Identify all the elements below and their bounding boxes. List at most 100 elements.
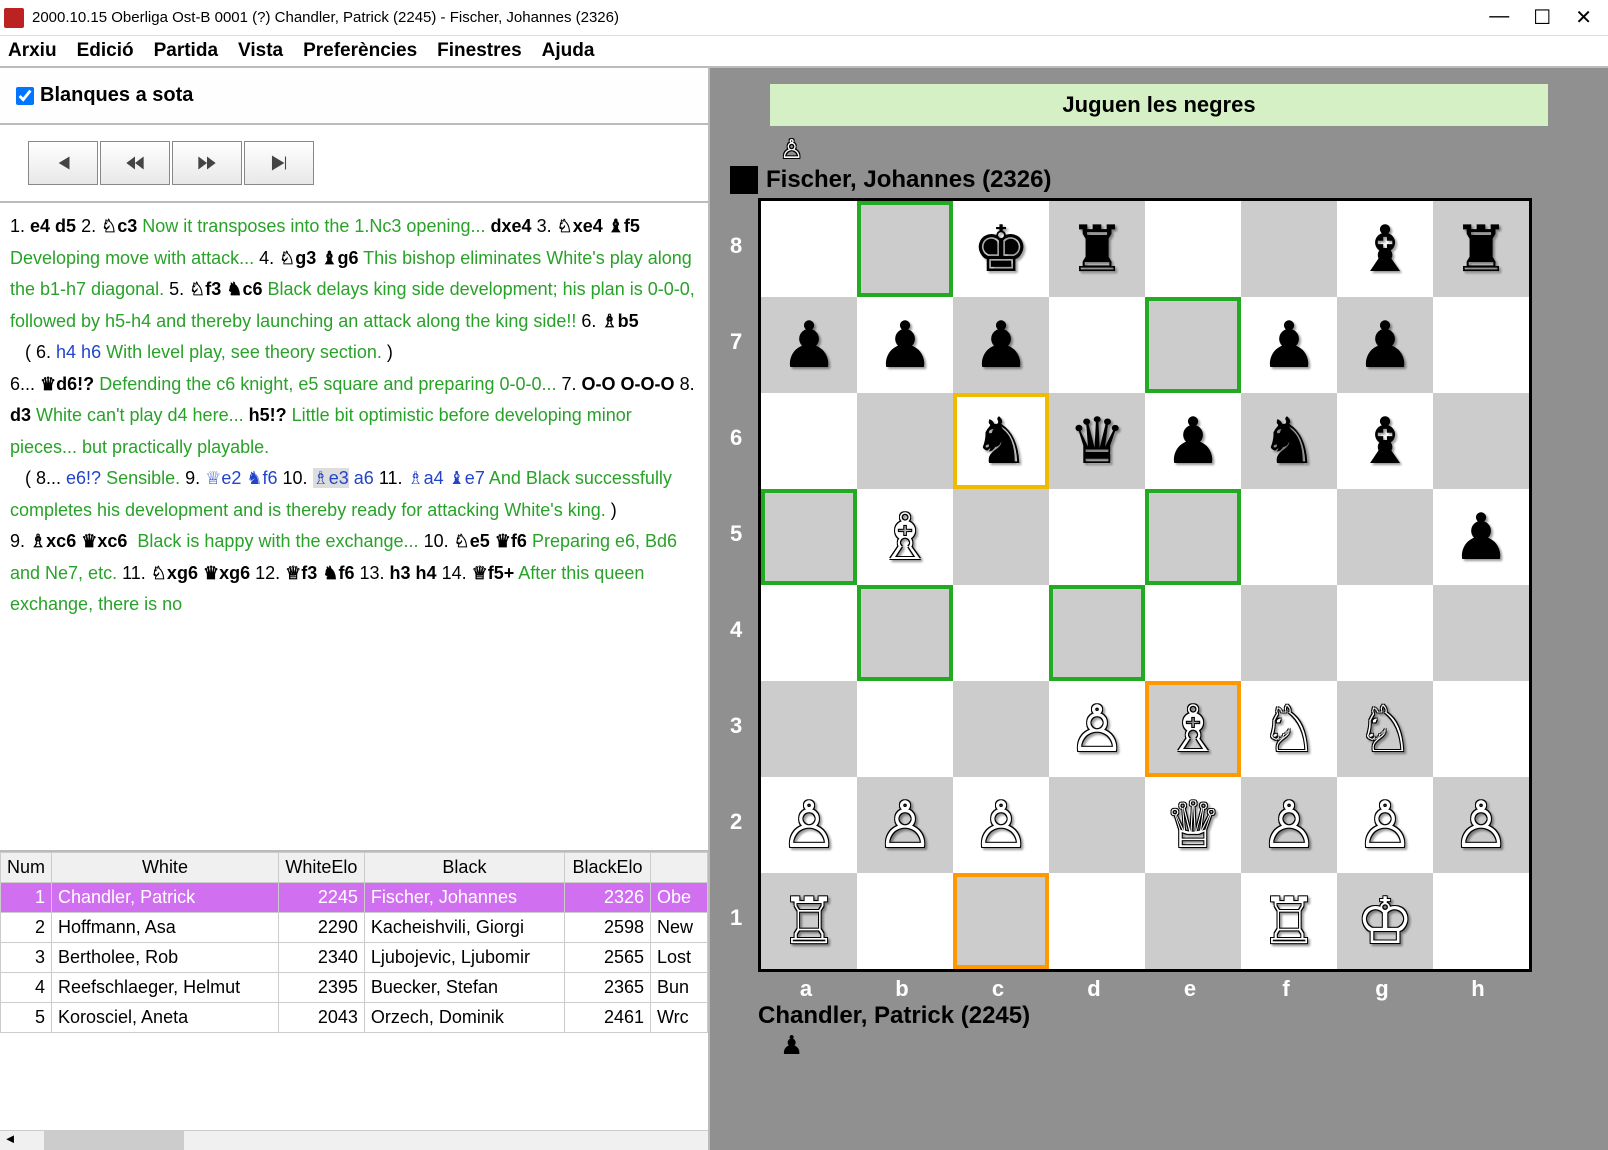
square-c8[interactable]: ♚: [953, 201, 1049, 297]
square-h1[interactable]: [1433, 873, 1529, 969]
game-row[interactable]: 2Hoffmann, Asa2290Kacheishvili, Giorgi25…: [1, 913, 708, 943]
piece[interactable]: ♝: [1356, 212, 1413, 287]
game-row[interactable]: 4Reefschlaeger, Helmut2395Buecker, Stefa…: [1, 973, 708, 1003]
square-d5[interactable]: [1049, 489, 1145, 585]
piece[interactable]: ♙: [972, 788, 1029, 863]
piece[interactable]: ♙: [876, 788, 933, 863]
square-b7[interactable]: ♟: [857, 297, 953, 393]
piece[interactable]: ♙: [1260, 788, 1317, 863]
square-e4[interactable]: [1145, 585, 1241, 681]
square-g5[interactable]: [1337, 489, 1433, 585]
square-e5[interactable]: [1145, 489, 1241, 585]
square-b2[interactable]: ♙: [857, 777, 953, 873]
minimize-button[interactable]: —: [1489, 5, 1509, 30]
square-g7[interactable]: ♟: [1337, 297, 1433, 393]
square-a7[interactable]: ♟: [761, 297, 857, 393]
square-c1[interactable]: [953, 873, 1049, 969]
col-num[interactable]: Num: [1, 853, 52, 883]
square-d4[interactable]: [1049, 585, 1145, 681]
square-a4[interactable]: [761, 585, 857, 681]
menu-vista[interactable]: Vista: [238, 40, 283, 62]
square-e7[interactable]: [1145, 297, 1241, 393]
piece[interactable]: ♙: [1452, 788, 1509, 863]
piece[interactable]: ♞: [1260, 404, 1317, 479]
piece[interactable]: ♙: [780, 788, 837, 863]
square-e1[interactable]: [1145, 873, 1241, 969]
square-g6[interactable]: ♝: [1337, 393, 1433, 489]
piece[interactable]: ♗: [876, 500, 933, 575]
piece[interactable]: ♙: [1356, 788, 1413, 863]
piece[interactable]: ♖: [780, 884, 837, 959]
col-black[interactable]: Black: [364, 853, 564, 883]
chess-board[interactable]: ♚♜♝♜♟♟♟♟♟♞♛♟♞♝♗♟♙♗♘♘♙♙♙♕♙♙♙♖♖♔: [758, 198, 1532, 972]
square-c6[interactable]: ♞: [953, 393, 1049, 489]
square-f8[interactable]: [1241, 201, 1337, 297]
col-blackelo[interactable]: BlackElo: [564, 853, 650, 883]
piece[interactable]: ♟: [876, 308, 933, 383]
piece[interactable]: ♕: [1164, 788, 1221, 863]
close-button[interactable]: ✕: [1575, 5, 1592, 30]
square-b8[interactable]: [857, 201, 953, 297]
square-b5[interactable]: ♗: [857, 489, 953, 585]
next-move-button[interactable]: [172, 141, 242, 185]
piece[interactable]: ♝: [1356, 404, 1413, 479]
square-d2[interactable]: [1049, 777, 1145, 873]
white-bottom-option[interactable]: Blanques a sota: [16, 84, 692, 107]
square-f7[interactable]: ♟: [1241, 297, 1337, 393]
square-b4[interactable]: [857, 585, 953, 681]
menu-ajuda[interactable]: Ajuda: [542, 40, 595, 62]
piece[interactable]: ♔: [1356, 884, 1413, 959]
prev-move-button[interactable]: [100, 141, 170, 185]
square-g2[interactable]: ♙: [1337, 777, 1433, 873]
square-b6[interactable]: [857, 393, 953, 489]
piece[interactable]: ♘: [1260, 692, 1317, 767]
square-f6[interactable]: ♞: [1241, 393, 1337, 489]
square-g8[interactable]: ♝: [1337, 201, 1433, 297]
game-row[interactable]: 3Bertholee, Rob2340Ljubojevic, Ljubomir2…: [1, 943, 708, 973]
menu-finestres[interactable]: Finestres: [437, 40, 521, 62]
white-bottom-checkbox[interactable]: [16, 87, 34, 105]
menu-edició[interactable]: Edició: [77, 40, 134, 62]
square-c4[interactable]: [953, 585, 1049, 681]
square-a3[interactable]: [761, 681, 857, 777]
col-[interactable]: [650, 853, 707, 883]
square-h6[interactable]: [1433, 393, 1529, 489]
last-move-button[interactable]: [244, 141, 314, 185]
piece[interactable]: ♞: [972, 404, 1029, 479]
piece[interactable]: ♚: [972, 212, 1029, 287]
piece[interactable]: ♜: [1452, 212, 1509, 287]
square-f5[interactable]: [1241, 489, 1337, 585]
square-b1[interactable]: [857, 873, 953, 969]
square-d3[interactable]: ♙: [1049, 681, 1145, 777]
first-move-button[interactable]: [28, 141, 98, 185]
piece[interactable]: ♟: [1164, 404, 1221, 479]
square-f3[interactable]: ♘: [1241, 681, 1337, 777]
game-row[interactable]: 5Korosciel, Aneta2043Orzech, Dominik2461…: [1, 1003, 708, 1033]
square-a8[interactable]: [761, 201, 857, 297]
square-a1[interactable]: ♖: [761, 873, 857, 969]
square-d8[interactable]: ♜: [1049, 201, 1145, 297]
square-a6[interactable]: [761, 393, 857, 489]
square-f4[interactable]: [1241, 585, 1337, 681]
square-h5[interactable]: ♟: [1433, 489, 1529, 585]
piece[interactable]: ♜: [1068, 212, 1125, 287]
square-e3[interactable]: ♗: [1145, 681, 1241, 777]
square-c7[interactable]: ♟: [953, 297, 1049, 393]
square-b3[interactable]: [857, 681, 953, 777]
square-a5[interactable]: [761, 489, 857, 585]
col-white[interactable]: White: [52, 853, 279, 883]
game-row[interactable]: 1Chandler, Patrick2245Fischer, Johannes2…: [1, 883, 708, 913]
square-a2[interactable]: ♙: [761, 777, 857, 873]
square-h8[interactable]: ♜: [1433, 201, 1529, 297]
piece[interactable]: ♟: [1356, 308, 1413, 383]
menu-partida[interactable]: Partida: [154, 40, 218, 62]
game-table[interactable]: NumWhiteWhiteEloBlackBlackElo 1Chandler,…: [0, 852, 708, 1033]
square-f1[interactable]: ♖: [1241, 873, 1337, 969]
move-notation[interactable]: 1. e4 d5 2. ♘c3 Now it transposes into t…: [0, 203, 708, 850]
maximize-button[interactable]: ☐: [1533, 5, 1551, 30]
menu-preferències[interactable]: Preferències: [303, 40, 417, 62]
square-f2[interactable]: ♙: [1241, 777, 1337, 873]
square-g3[interactable]: ♘: [1337, 681, 1433, 777]
piece[interactable]: ♗: [1164, 692, 1221, 767]
piece[interactable]: ♟: [1452, 500, 1509, 575]
